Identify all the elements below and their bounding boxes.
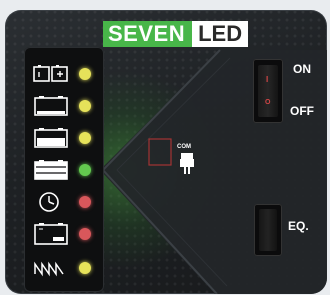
on-mark: I — [266, 75, 269, 84]
battery-full-icon — [34, 160, 68, 180]
power-rocker[interactable]: I O — [258, 65, 278, 117]
power-rocker-switch[interactable]: I O — [253, 59, 283, 123]
led-indicator — [79, 132, 91, 144]
com-port-label: COM — [177, 144, 191, 150]
indicator-row-battery-low — [24, 91, 104, 121]
brand-logo: SEVEN LED — [103, 21, 249, 47]
brand-name-primary: SEVEN — [103, 21, 193, 47]
battery-pair-icon — [33, 65, 68, 82]
status-indicator-column — [24, 47, 104, 292]
usb-plug-icon — [180, 153, 194, 174]
led-indicator — [79, 196, 91, 208]
power-on-label: ON — [293, 62, 311, 76]
brand-name-secondary: LED — [192, 21, 249, 47]
led-indicator — [79, 68, 91, 80]
sawtooth-wave-icon — [34, 261, 64, 277]
indicator-row-battery-half — [24, 123, 104, 153]
eq-rocker-switch[interactable] — [254, 204, 282, 256]
indicator-row-battery-full — [24, 155, 104, 185]
battery-low-icon — [34, 96, 68, 116]
led-indicator — [79, 164, 91, 176]
battery-half-icon — [34, 128, 68, 148]
charger-front-panel: SEVEN LED COM I O ON OFF EQ. — [5, 10, 327, 294]
com-port-frame — [148, 138, 172, 166]
indicator-row-sawtooth — [24, 253, 104, 283]
power-off-label: OFF — [290, 104, 314, 118]
led-indicator — [79, 228, 91, 240]
eq-label: EQ. — [288, 219, 309, 233]
led-indicator — [79, 100, 91, 112]
eq-rocker[interactable] — [259, 209, 277, 251]
indicator-row-clock — [24, 187, 104, 217]
battery-max-icon — [34, 223, 68, 245]
indicator-row-battery-pair — [24, 59, 104, 89]
led-indicator — [79, 262, 91, 274]
clock-icon — [39, 192, 59, 212]
indicator-row-battery-max — [24, 219, 104, 249]
off-mark: O — [265, 99, 271, 106]
